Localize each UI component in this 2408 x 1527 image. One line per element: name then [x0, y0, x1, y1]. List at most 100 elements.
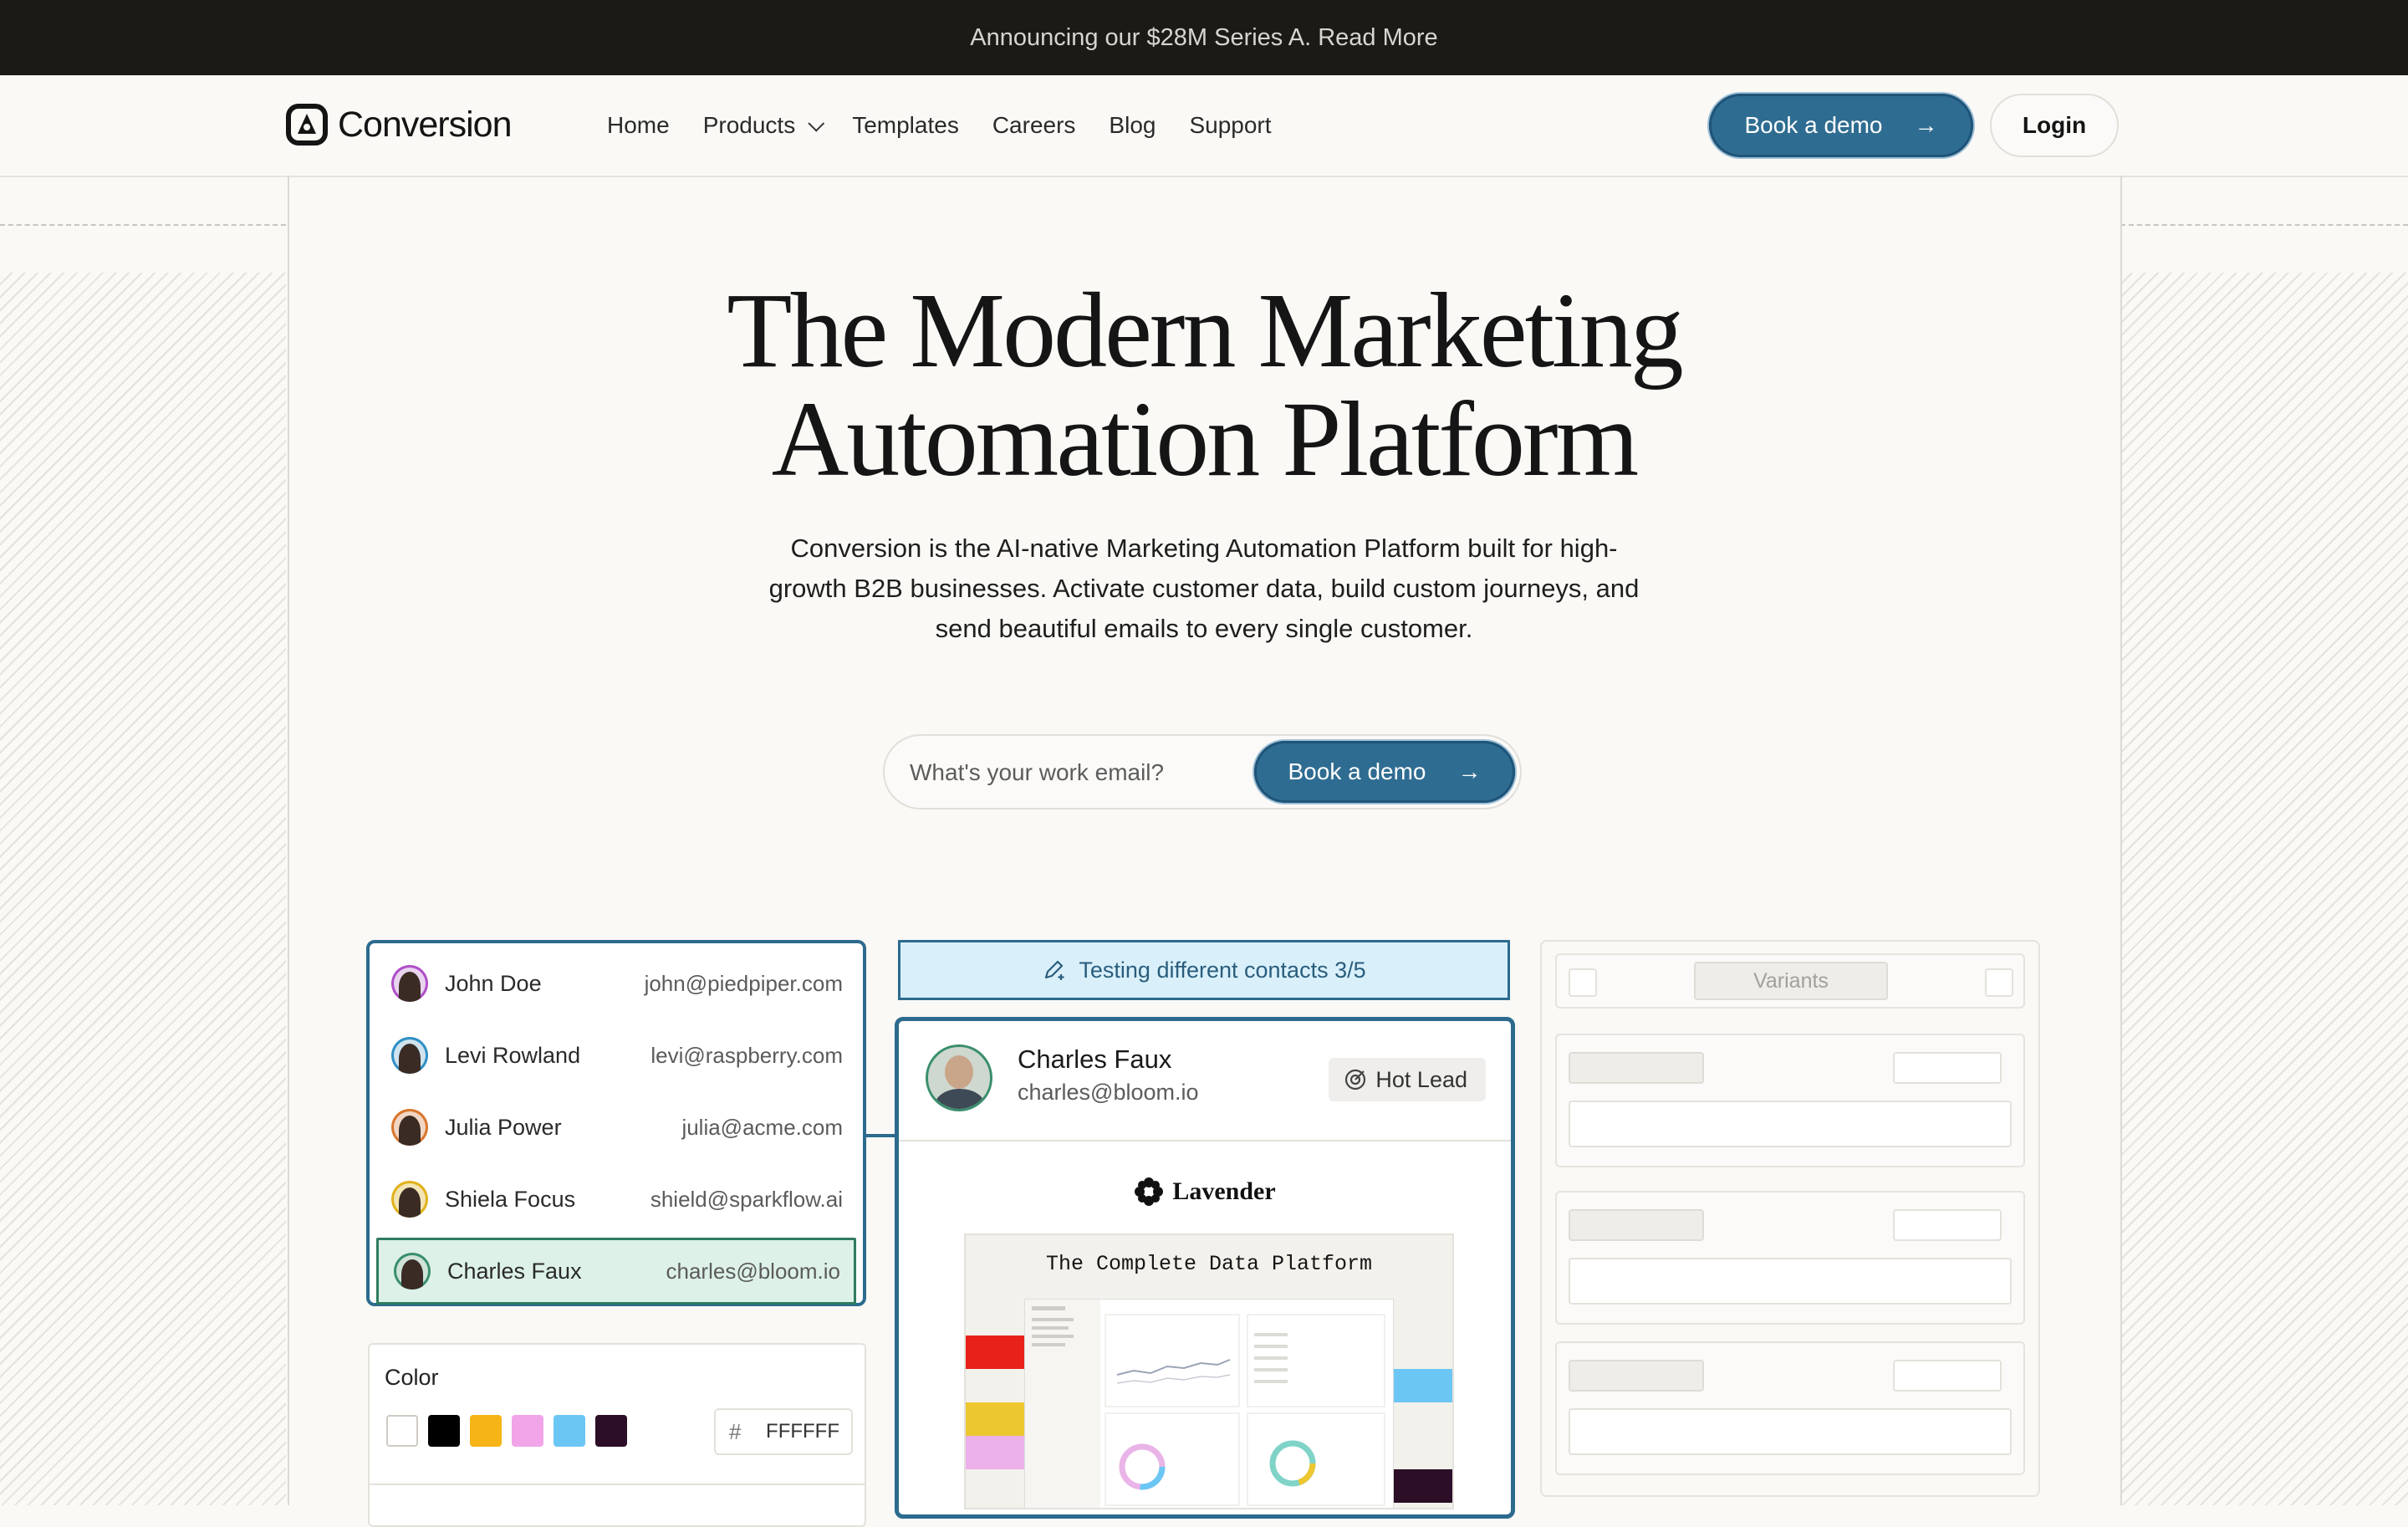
- contact-name: Charles Faux: [447, 1258, 582, 1284]
- contact-list: John Doe john@piedpiper.com Levi Rowland…: [366, 940, 866, 1306]
- nav-blog[interactable]: Blog: [1109, 112, 1156, 139]
- chevron-down-icon: [808, 115, 825, 132]
- nav-careers[interactable]: Careers: [992, 112, 1076, 139]
- swatch-blue[interactable]: [554, 1415, 585, 1447]
- nav-products[interactable]: Products: [702, 112, 825, 139]
- main-nav: Home Products Templates Careers Blog Sup…: [607, 75, 1272, 176]
- avatar: [391, 1109, 428, 1146]
- avatar: [391, 965, 428, 1002]
- dashboard-illustration: [1025, 1300, 1385, 1508]
- book-demo-label: Book a demo: [1744, 112, 1883, 138]
- placeholder-field: [1569, 1258, 2012, 1305]
- hex-color-input[interactable]: # FFFFFF: [714, 1408, 853, 1455]
- target-icon: [1345, 1069, 1366, 1090]
- arrow-right-icon: →: [1914, 112, 1938, 138]
- hash-icon: #: [729, 1418, 742, 1444]
- contact-email: john@piedpiper.com: [644, 970, 843, 996]
- contact-row[interactable]: Shiela Focus shield@sparkflow.ai: [376, 1166, 856, 1233]
- contact-email: julia@acme.com: [681, 1114, 843, 1140]
- color-block: [966, 1436, 1024, 1469]
- contact-email: shield@sparkflow.ai: [650, 1186, 843, 1212]
- placeholder-field: [1569, 1408, 2012, 1455]
- hatched-background: [0, 273, 286, 1505]
- swatch-white[interactable]: [386, 1415, 418, 1447]
- swatch-yellow[interactable]: [470, 1415, 502, 1447]
- variants-tab[interactable]: Variants: [1694, 962, 1888, 1000]
- nav-products-label: Products: [702, 112, 796, 138]
- avatar: [391, 1181, 428, 1218]
- contact-card-header: Charles Faux charles@bloom.io Hot Lead: [899, 1021, 1511, 1141]
- connector-line: [866, 1134, 896, 1137]
- nav-templates[interactable]: Templates: [852, 112, 959, 139]
- swatch-pink[interactable]: [512, 1415, 543, 1447]
- hero-book-demo-label: Book a demo: [1288, 758, 1426, 784]
- arrow-right-icon: →: [1457, 758, 1482, 784]
- announcement-text[interactable]: Announcing our $28M Series A. Read More: [970, 24, 1437, 52]
- contact-email: charles@bloom.io: [1018, 1080, 1199, 1105]
- contact-row[interactable]: Julia Power julia@acme.com: [376, 1094, 856, 1161]
- email-signup-form: Book a demo →: [883, 734, 1522, 809]
- color-block: [966, 1335, 1024, 1369]
- placeholder-pill: [1569, 1052, 1704, 1084]
- contact-email: charles@bloom.io: [666, 1258, 840, 1284]
- contact-name: Charles Faux: [1018, 1044, 1172, 1074]
- brand-name: Conversion: [338, 104, 512, 145]
- hex-value: FFFFFF: [766, 1420, 839, 1443]
- testing-text: Testing different contacts 3/5: [1079, 957, 1366, 983]
- nav-home[interactable]: Home: [607, 112, 670, 139]
- contact-name: John Doe: [445, 970, 542, 996]
- contact-name: Julia Power: [445, 1114, 562, 1140]
- announcement-bar[interactable]: Announcing our $28M Series A. Read More: [0, 0, 2408, 75]
- email-preview[interactable]: The Complete Data Platform: [964, 1233, 1454, 1509]
- placeholder-field: [1893, 1052, 2002, 1084]
- color-panel: Color # FFFFFF: [368, 1343, 866, 1527]
- conversion-logo-icon: [286, 104, 328, 146]
- testing-banner: Testing different contacts 3/5: [898, 940, 1510, 1000]
- checkbox[interactable]: [1569, 968, 1597, 997]
- checkbox[interactable]: [1985, 968, 2013, 997]
- contact-row-selected[interactable]: Charles Faux charles@bloom.io: [376, 1238, 856, 1305]
- nav-support[interactable]: Support: [1189, 112, 1271, 139]
- login-button[interactable]: Login: [1990, 94, 2119, 157]
- dashed-divider: [0, 224, 286, 226]
- hero-book-demo-button[interactable]: Book a demo →: [1254, 741, 1515, 803]
- work-email-input[interactable]: [908, 748, 1279, 798]
- avatar: [391, 1037, 428, 1074]
- brand-logo[interactable]: Conversion: [286, 104, 512, 146]
- hero-title-line1: The Modern Marketing: [727, 271, 1683, 390]
- contact-name: Levi Rowland: [445, 1042, 581, 1068]
- divider: [370, 1484, 865, 1485]
- hero-subtitle: Conversion is the AI-native Marketing Au…: [768, 534, 1640, 643]
- pencil-sparkle-icon: [1045, 960, 1064, 980]
- contact-card: Charles Faux charles@bloom.io Hot Lead L…: [895, 1017, 1515, 1519]
- placeholder-pill: [1569, 1360, 1704, 1392]
- variant-card[interactable]: [1555, 1034, 2025, 1167]
- variant-card[interactable]: [1555, 1341, 2025, 1475]
- swatch-plum[interactable]: [595, 1415, 627, 1447]
- color-label: Color: [385, 1365, 439, 1390]
- book-demo-button[interactable]: Book a demo →: [1709, 94, 1973, 157]
- color-block: [1392, 1369, 1452, 1402]
- lavender-logo-icon: [1135, 1177, 1164, 1206]
- site-header: Conversion Home Products Templates Caree…: [0, 75, 2408, 177]
- contact-email: levi@raspberry.com: [650, 1042, 843, 1068]
- hero-title-line2: Automation Platform: [771, 380, 1639, 498]
- placeholder-pill: [1569, 1209, 1704, 1241]
- company-name: Lavender: [1172, 1177, 1276, 1205]
- variant-card[interactable]: [1555, 1191, 2025, 1325]
- hero-title: The Modern Marketing Automation Platform: [535, 276, 1873, 493]
- color-block: [966, 1402, 1024, 1436]
- avatar: [926, 1044, 992, 1111]
- contact-row[interactable]: Levi Rowland levi@raspberry.com: [376, 1022, 856, 1089]
- hot-lead-badge[interactable]: Hot Lead: [1329, 1058, 1486, 1101]
- variants-panel: Variants: [1540, 940, 2040, 1497]
- dashed-divider: [2120, 224, 2408, 226]
- contact-row[interactable]: John Doe john@piedpiper.com: [376, 950, 856, 1017]
- dashboard-thumbnail: [1024, 1299, 1394, 1508]
- contact-name: Shiela Focus: [445, 1186, 576, 1212]
- swatch-black[interactable]: [428, 1415, 460, 1447]
- company-brand: Lavender: [899, 1177, 1511, 1207]
- placeholder-field: [1569, 1101, 2012, 1147]
- preview-title: The Complete Data Platform: [1045, 1252, 1373, 1276]
- placeholder-field: [1893, 1360, 2002, 1392]
